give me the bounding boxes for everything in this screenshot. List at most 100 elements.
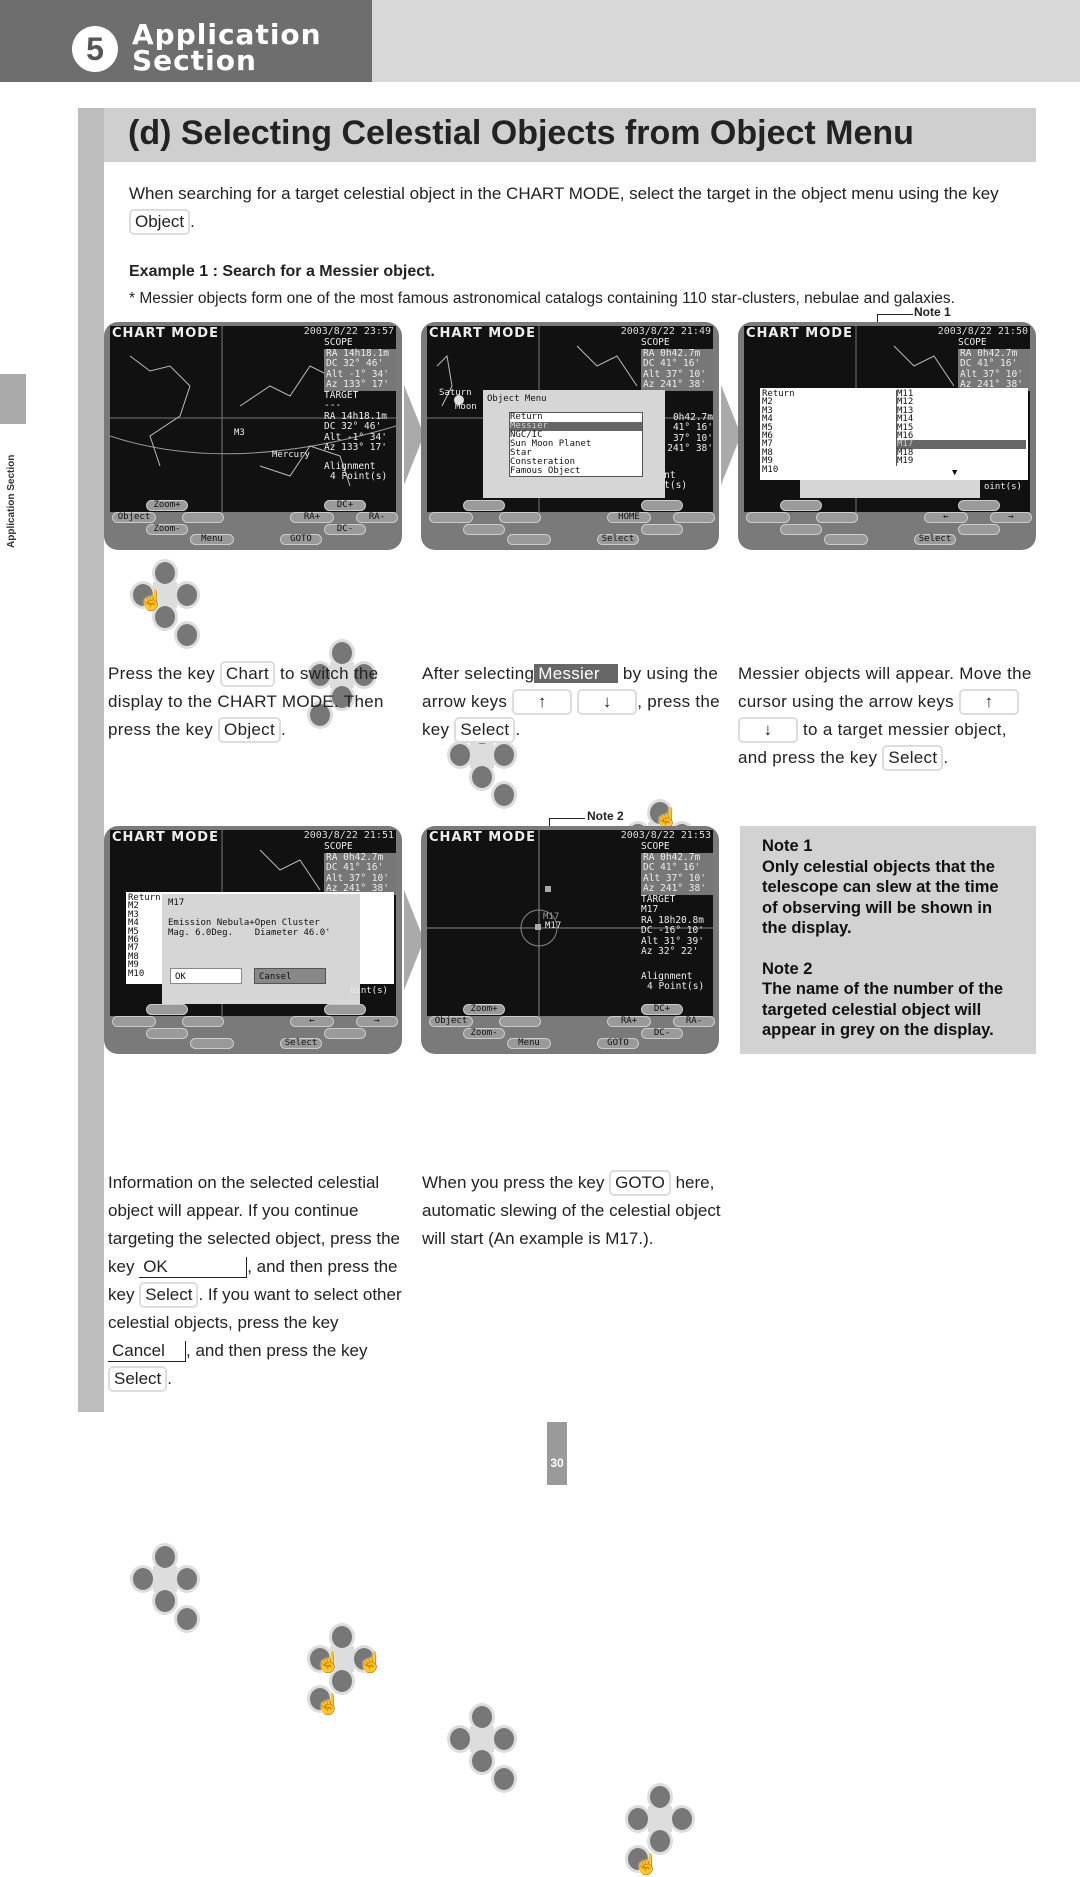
btn-blank: [429, 512, 473, 523]
btn-down: [958, 524, 1000, 535]
note1-title: Note 1: [762, 837, 813, 855]
target-dc: DC 32° 46': [324, 421, 382, 432]
btn-menu: Menu: [190, 534, 234, 545]
example-footnote: * Messier objects form one of the most f…: [129, 290, 955, 307]
messier-list-left: Return M2 M3 M4 M5 M6 M7 M8 M9 M10: [128, 893, 161, 979]
target-az: Az 133° 17': [324, 442, 387, 453]
step-text: .: [280, 720, 287, 739]
key-down-arrow: ↓: [577, 689, 638, 715]
alignment-points: oint(s): [350, 986, 388, 996]
list-item[interactable]: M11: [897, 389, 1026, 398]
note2-leader: [549, 818, 585, 819]
note2-callout: Note 2: [587, 809, 624, 823]
chart-label-mercury: Mercury: [272, 450, 310, 460]
scope-readout: SCOPE RA 0h42.7m DC 41° 16' Alt 37° 10' …: [958, 337, 1030, 391]
screen-datetime: 2003/8/22 23:57: [303, 326, 394, 337]
scope-readout: SCOPE RA 0h42.7m DC 41° 16' Alt 37° 10' …: [641, 841, 713, 993]
page-title: (d) Selecting Celestial Objects from Obj…: [128, 114, 914, 152]
key-object: Object: [129, 209, 191, 235]
controller-pad-10: ☝: [628, 1786, 698, 1876]
controller-pad-9: [450, 1706, 520, 1790]
note1-leader: [877, 314, 913, 315]
list-item: M10: [128, 968, 145, 979]
key-ok: OK: [139, 1257, 248, 1278]
screen-datetime: 2003/8/22 21:53: [620, 830, 711, 841]
btn-goto: GOTO: [597, 1038, 639, 1049]
btn-ra-plus: RA+: [607, 1016, 651, 1027]
list-item[interactable]: M18: [897, 448, 1026, 457]
btn-ra-minus: RA-: [673, 1016, 715, 1027]
object-info-dialog: M17 Emission Nebula+Open Cluster Mag. 6.…: [162, 894, 360, 1004]
screen-title: CHART MODE: [112, 326, 219, 341]
list-item[interactable]: M16: [897, 431, 1026, 440]
scope-label: SCOPE: [641, 337, 670, 348]
btn-blank: [780, 500, 822, 511]
btn-blank: [816, 512, 858, 523]
note2-body: The name of the number of the targeted c…: [762, 980, 1004, 1039]
btn-blank: [463, 524, 505, 535]
target-name: M17: [641, 904, 659, 915]
btn-blank: [463, 500, 505, 511]
btn-blank: [499, 1016, 541, 1027]
btn-object: Object: [112, 512, 156, 523]
cancel-button[interactable]: Cansel: [254, 968, 326, 984]
btn-up: [324, 1004, 366, 1015]
chart-label-m3: M3: [234, 428, 245, 438]
ok-button[interactable]: OK: [170, 968, 242, 984]
btn-select: Select: [914, 534, 956, 545]
btn-blank: [824, 534, 868, 545]
object-type: Emission Nebula+Open Cluster: [168, 918, 320, 928]
key-select: Select: [882, 745, 944, 771]
step-text: .: [943, 748, 949, 767]
list-item[interactable]: M10: [762, 465, 795, 474]
note1-callout: Note 1: [914, 305, 951, 319]
btn-zoom-plus: Zoom+: [463, 1004, 505, 1015]
note2-title: Note 2: [762, 959, 813, 978]
btn-blank: [507, 534, 551, 545]
scope-az: Az 241° 38': [641, 883, 713, 895]
btn-dc-plus: DC+: [641, 1004, 683, 1015]
btn-dc-plus: DC+: [324, 500, 366, 511]
hand-pointer-icon: ☝: [358, 1652, 383, 1674]
step-text: After selecting: [422, 664, 535, 683]
object-name: M17: [168, 898, 185, 908]
list-item[interactable]: M19: [897, 457, 1026, 466]
btn-blank: [780, 524, 822, 535]
step2-text: After selecting Messier by using the arro…: [422, 660, 722, 744]
screen-chart-mode-5: CHART MODE 2003/8/22 21:53 SCOPE RA 0h42…: [421, 826, 719, 1054]
screen-chart-mode-4: CHART MODE 2003/8/22 21:51 SCOPE RA 0h42…: [104, 826, 402, 1054]
scope-dc: DC 41° 16': [641, 862, 713, 874]
step5-text: When you press the key GOTO here, automa…: [422, 1169, 732, 1253]
btn-left: ←: [290, 1016, 334, 1027]
chart-label-saturn: Saturn: [439, 388, 472, 398]
scope-label: SCOPE: [641, 841, 670, 852]
menu-item-famous-object[interactable]: Famous Object: [510, 467, 642, 476]
header-band: [372, 0, 1080, 82]
list-item[interactable]: M15: [897, 423, 1026, 432]
btn-right: →: [356, 1016, 398, 1027]
messier-list: Return M2 M3 M4 M5 M6 M7 M8 M9 M10 M11 M…: [760, 388, 1028, 480]
btn-goto: GOTO: [280, 534, 322, 545]
target-az: Az 32° 22': [641, 946, 699, 957]
object-magnitude-diameter: Mag. 6.0Deg. Diameter 46.0': [168, 928, 331, 938]
screen-datetime: 2003/8/22 21:51: [303, 830, 394, 841]
btn-zoom-plus: Zoom+: [146, 500, 188, 511]
scope-label: SCOPE: [958, 337, 987, 348]
key-up-arrow: ↑: [512, 689, 573, 715]
example-heading: Example 1 : Search for a Messier object.: [129, 263, 435, 280]
btn-down: [324, 1028, 366, 1039]
note1-body: Only celestial objects that the telescop…: [762, 857, 999, 938]
list-item[interactable]: M14: [897, 414, 1026, 423]
list-item-selected[interactable]: M17: [897, 440, 1026, 449]
list-item[interactable]: M12: [897, 398, 1026, 407]
dialog-footer: [800, 480, 980, 498]
object-menu-title: Object Menu: [487, 394, 547, 404]
messier-list-left: Return M2 M3 M4 M5 M6 M7 M8 M9 M10: [762, 389, 795, 474]
highlight-messier: Messier: [534, 664, 618, 683]
key-select: Select: [108, 1366, 168, 1392]
list-item[interactable]: M13: [897, 406, 1026, 415]
chart-label-moon: Moon: [455, 402, 477, 412]
scroll-down-icon[interactable]: ▼: [952, 468, 957, 478]
btn-blank: [182, 512, 224, 523]
scope-readout: SCOPE RA 0h42.7m DC 41° 16' Alt 37° 10' …: [324, 841, 396, 895]
